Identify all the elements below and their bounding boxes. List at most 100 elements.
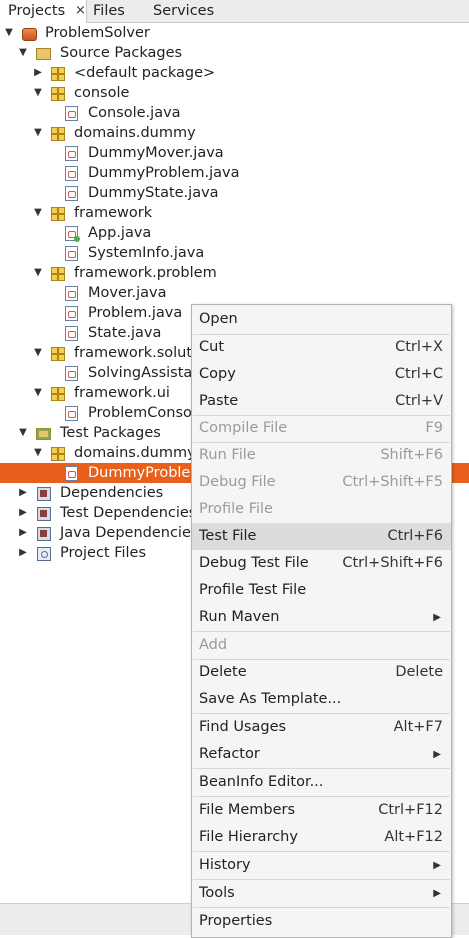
menu-item-file-members[interactable]: File Members Ctrl+F12: [192, 797, 451, 824]
menu-item-paste[interactable]: Paste Ctrl+V: [192, 388, 451, 415]
menu-item-label: Paste: [199, 393, 239, 409]
library-icon: [37, 487, 51, 501]
java-file-icon: [65, 186, 78, 201]
expand-toggle-icon[interactable]: ▼: [32, 203, 44, 223]
collapse-toggle-icon[interactable]: ▶: [17, 523, 29, 543]
menu-item-cut[interactable]: Cut Ctrl+X: [192, 334, 451, 361]
menu-item-label: Profile File: [199, 501, 273, 517]
package-icon: [51, 447, 65, 461]
tree-node-mover-java[interactable]: Mover.java: [0, 283, 469, 303]
java-file-icon: [65, 246, 78, 261]
expand-toggle-icon[interactable]: ▼: [32, 383, 44, 403]
menu-item-properties[interactable]: Properties: [192, 908, 451, 935]
menu-item-label: Refactor: [199, 746, 260, 762]
package-icon: [51, 207, 65, 221]
tree-node-label: Mover.java: [88, 285, 167, 301]
java-file-icon: [65, 166, 78, 181]
menu-item-refactor[interactable]: Refactor ▶: [192, 741, 451, 768]
submenu-arrow-icon: ▶: [433, 749, 441, 760]
menu-item-tools[interactable]: Tools ▶: [192, 880, 451, 907]
menu-item-debug-file: Debug File Ctrl+Shift+F5: [192, 469, 451, 496]
package-icon: [51, 347, 65, 361]
tree-node-project[interactable]: ▼ ProblemSolver: [0, 23, 469, 43]
tree-node-label: SolvingAssistan: [88, 365, 202, 381]
menu-item-test-file[interactable]: Test File Ctrl+F6: [192, 523, 451, 550]
tree-node-label: console: [74, 85, 130, 101]
tree-node-label: framework: [74, 205, 153, 221]
menu-item-profile-test-file[interactable]: Profile Test File: [192, 577, 451, 604]
menu-item-history[interactable]: History ▶: [192, 852, 451, 879]
expand-toggle-icon[interactable]: ▼: [32, 343, 44, 363]
java-file-icon: [65, 326, 78, 341]
collapse-toggle-icon[interactable]: ▶: [17, 503, 29, 523]
tree-node-label: DummyProblem: [88, 465, 205, 481]
tree-node-dummy-mover[interactable]: DummyMover.java: [0, 143, 469, 163]
source-folder-icon: [36, 48, 51, 60]
menu-item-run-file: Run File Shift+F6: [192, 442, 451, 469]
tab-projects-label: Projects: [8, 3, 66, 19]
tree-node-source-packages[interactable]: ▼ Source Packages: [0, 43, 469, 63]
menu-item-shortcut: Ctrl+Shift+F5: [342, 474, 443, 490]
tree-node-console[interactable]: ▼ console: [0, 83, 469, 103]
menu-item-beaninfo-editor[interactable]: BeanInfo Editor...: [192, 769, 451, 796]
menu-item-file-hierarchy[interactable]: File Hierarchy Alt+F12: [192, 824, 451, 851]
menu-item-label: Properties: [199, 913, 273, 929]
tree-node-dummy-state[interactable]: DummyState.java: [0, 183, 469, 203]
expand-toggle-icon[interactable]: ▼: [32, 443, 44, 463]
tree-node-app-java[interactable]: App.java: [0, 223, 469, 243]
library-icon: [37, 507, 51, 521]
close-icon[interactable]: ×: [75, 0, 86, 22]
tree-node-framework-problem[interactable]: ▼ framework.problem: [0, 263, 469, 283]
package-icon: [51, 387, 65, 401]
menu-item-open[interactable]: Open: [192, 306, 451, 333]
menu-item-label: History: [199, 857, 251, 873]
package-icon: [51, 267, 65, 281]
menu-item-find-usages[interactable]: Find Usages Alt+F7: [192, 714, 451, 741]
menu-item-shortcut: Ctrl+X: [395, 339, 443, 355]
project-files-icon: [37, 547, 51, 561]
expand-toggle-icon[interactable]: ▼: [17, 43, 29, 63]
tree-node-label: DummyState.java: [88, 185, 219, 201]
tree-node-console-java[interactable]: Console.java: [0, 103, 469, 123]
context-menu: Open Cut Ctrl+X Copy Ctrl+C Paste Ctrl+V…: [191, 304, 452, 938]
tree-node-label: domains.dummy: [74, 445, 196, 461]
expand-toggle-icon[interactable]: ▼: [32, 263, 44, 283]
collapse-toggle-icon[interactable]: ▶: [32, 63, 44, 83]
menu-item-label: Run Maven: [199, 609, 280, 625]
menu-item-label: Delete: [199, 664, 247, 680]
menu-item-debug-test-file[interactable]: Debug Test File Ctrl+Shift+F6: [192, 550, 451, 577]
menu-item-run-maven[interactable]: Run Maven ▶: [192, 604, 451, 631]
menu-item-delete[interactable]: Delete Delete: [192, 659, 451, 686]
expand-toggle-icon[interactable]: ▼: [3, 23, 15, 43]
tree-node-default-package[interactable]: ▶ <default package>: [0, 63, 469, 83]
tab-files[interactable]: Files: [93, 0, 125, 22]
tree-node-label: State.java: [88, 325, 162, 341]
expand-toggle-icon[interactable]: ▼: [17, 423, 29, 443]
tree-node-label: <default package>: [74, 65, 216, 81]
menu-item-save-as-template[interactable]: Save As Template...: [192, 686, 451, 713]
menu-item-shortcut: Ctrl+Shift+F6: [342, 555, 443, 571]
collapse-toggle-icon[interactable]: ▶: [17, 483, 29, 503]
menu-item-shortcut: Alt+F7: [393, 719, 443, 735]
expand-toggle-icon[interactable]: ▼: [32, 83, 44, 103]
expand-toggle-icon[interactable]: ▼: [32, 123, 44, 143]
menu-item-label: Debug Test File: [199, 555, 309, 571]
tab-services[interactable]: Services: [153, 0, 214, 22]
tree-node-label: Java Dependencies: [60, 525, 199, 541]
tree-node-label: DummyMover.java: [88, 145, 224, 161]
java-file-icon: [65, 366, 78, 381]
tree-node-dummy-problem[interactable]: DummyProblem.java: [0, 163, 469, 183]
menu-item-shortcut: Ctrl+F6: [387, 528, 443, 544]
menu-item-shortcut: F9: [425, 420, 443, 436]
tree-node-framework[interactable]: ▼ framework: [0, 203, 469, 223]
menu-item-copy[interactable]: Copy Ctrl+C: [192, 361, 451, 388]
menu-item-label: Tools: [199, 885, 235, 901]
tab-projects[interactable]: Projects ×: [0, 0, 87, 23]
collapse-toggle-icon[interactable]: ▶: [17, 543, 29, 563]
tree-node-label: framework.ui: [74, 385, 170, 401]
menu-item-label: Debug File: [199, 474, 276, 490]
tree-node-domains-dummy[interactable]: ▼ domains.dummy: [0, 123, 469, 143]
tree-node-systeminfo-java[interactable]: SystemInfo.java: [0, 243, 469, 263]
menu-item-label: Add: [199, 637, 228, 653]
menu-item-compile-file: Compile File F9: [192, 415, 451, 442]
